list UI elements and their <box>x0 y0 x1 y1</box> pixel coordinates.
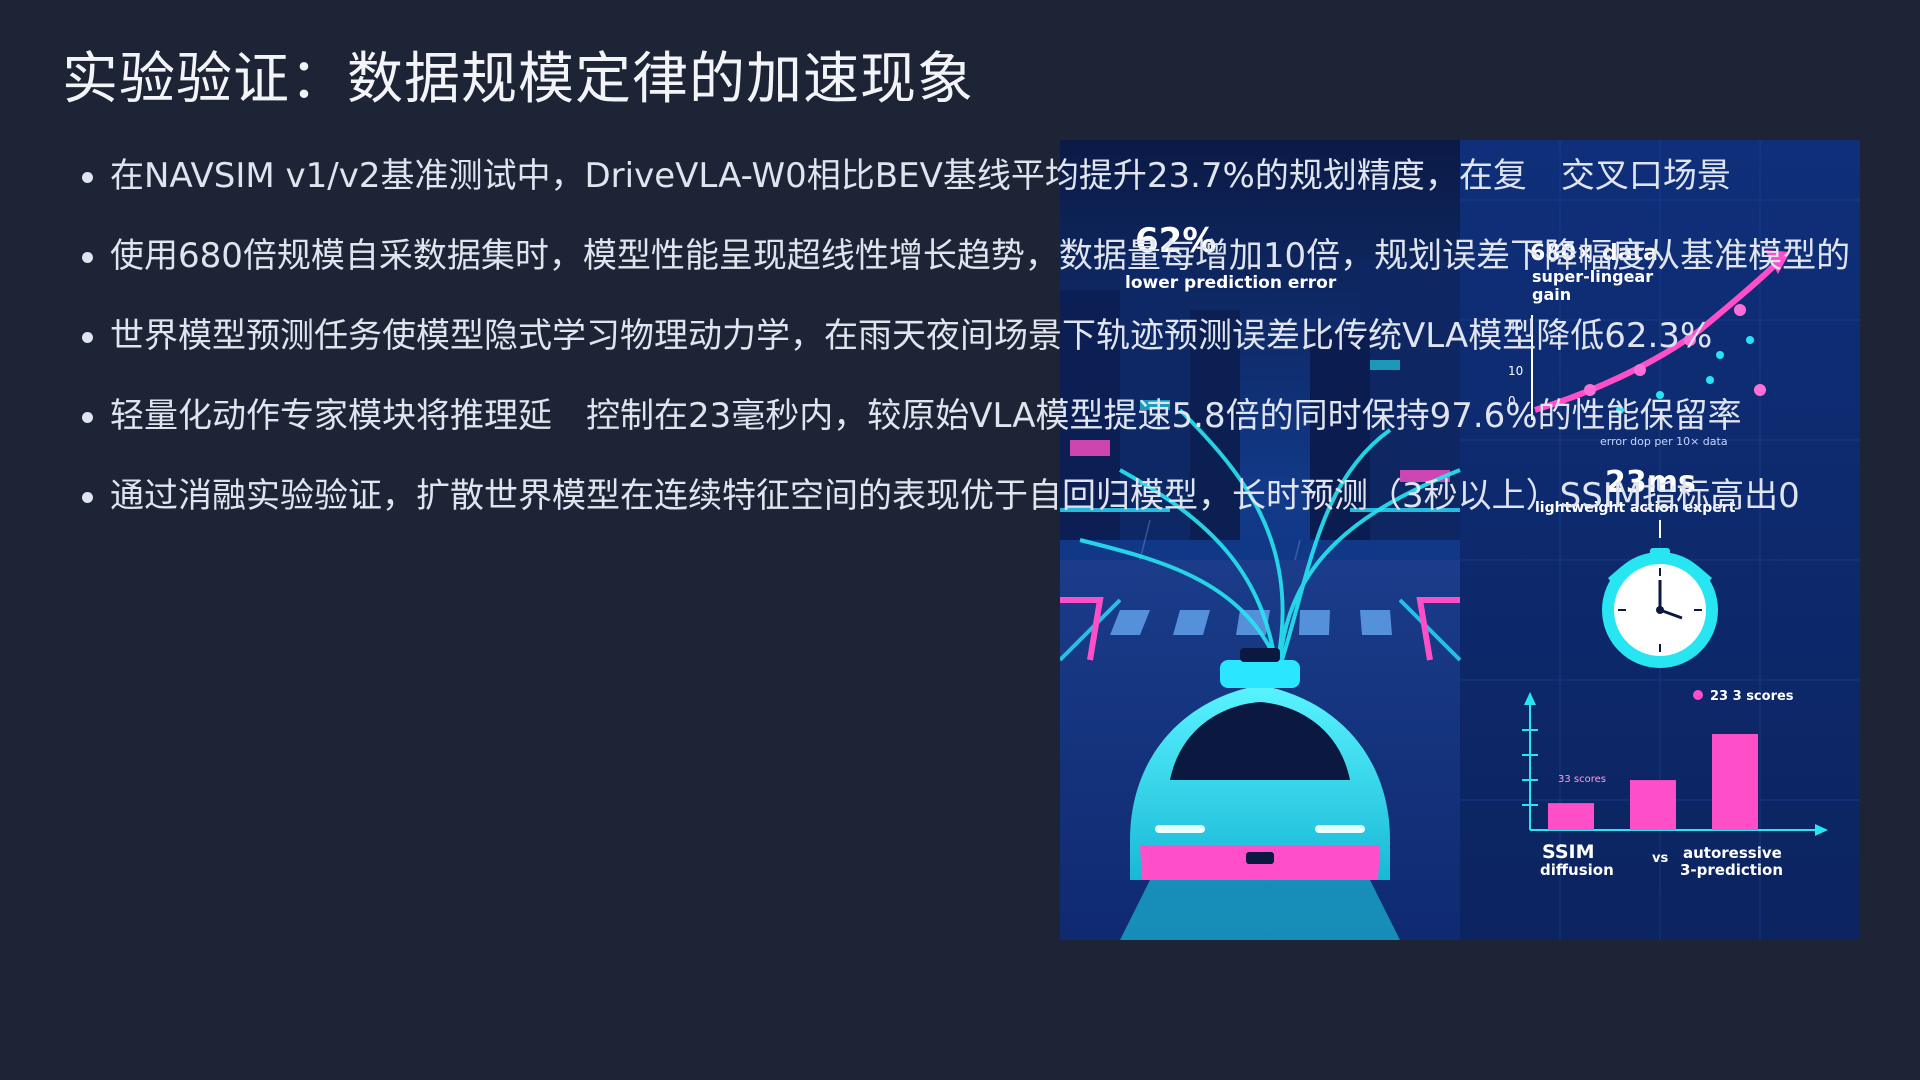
slide-title: 实验验证：数据规模定律的加速现象 <box>62 47 974 112</box>
bullet-dot-icon <box>82 332 93 343</box>
bottom-left-label-2: diffusion <box>1540 861 1614 879</box>
bottom-right-label-1: autoressive <box>1683 844 1782 862</box>
bullet-dot-icon <box>82 492 93 503</box>
bullet-list: 在NAVSIM v1/v2基准测试中，DriveVLA-W0相比BEV基线平均提… <box>80 140 1920 540</box>
bullet-dot-icon <box>82 252 93 263</box>
bar <box>1548 803 1594 830</box>
bullet-item: 轻量化动作专家模块将推理延 控制在23毫秒内，较原始VLA模型提速5.8倍的同时… <box>80 380 1920 460</box>
bottom-right-label-2: 3-prediction <box>1680 861 1783 879</box>
bullet-text: 轻量化动作专家模块将推理延 控制在23毫秒内，较原始VLA模型提速5.8倍的同时… <box>110 396 1742 436</box>
bullet-item: 在NAVSIM v1/v2基准测试中，DriveVLA-W0相比BEV基线平均提… <box>80 140 1920 220</box>
bar <box>1630 780 1676 830</box>
bullet-item: 世界模型预测任务使模型隐式学习物理动力学，在雨天夜间场景下轨迹预测误差比传统VL… <box>80 300 1920 380</box>
bar-small-label: 33 scores <box>1558 774 1606 785</box>
bar-legend: 23 3 scores <box>1710 689 1794 704</box>
vs-label: vs <box>1652 851 1668 866</box>
bullet-item: 使用680倍规模自采数据集时，模型性能呈现超线性增长趋势，数据量每增加10倍，规… <box>80 220 1920 300</box>
bullet-text: 世界模型预测任务使模型隐式学习物理动力学，在雨天夜间场景下轨迹预测误差比传统VL… <box>110 316 1713 356</box>
bar <box>1712 734 1758 830</box>
bullet-dot-icon <box>82 172 93 183</box>
bullet-dot-icon <box>82 412 93 423</box>
bullet-text: 使用680倍规模自采数据集时，模型性能呈现超线性增长趋势，数据量每增加10倍，规… <box>110 236 1851 276</box>
bullet-item: 通过消融实验验证，扩散世界模型在连续特征空间的表现优于自回归模型，长时预测（3秒… <box>80 460 1920 540</box>
slide: 实验验证：数据规模定律的加速现象 62% lower prediction er… <box>0 0 1920 1080</box>
bottom-left-label-1: SSIM <box>1542 841 1595 863</box>
bullet-text: 通过消融实验验证，扩散世界模型在连续特征空间的表现优于自回归模型，长时预测（3秒… <box>110 476 1800 516</box>
bullet-text: 在NAVSIM v1/v2基准测试中，DriveVLA-W0相比BEV基线平均提… <box>110 156 1731 196</box>
